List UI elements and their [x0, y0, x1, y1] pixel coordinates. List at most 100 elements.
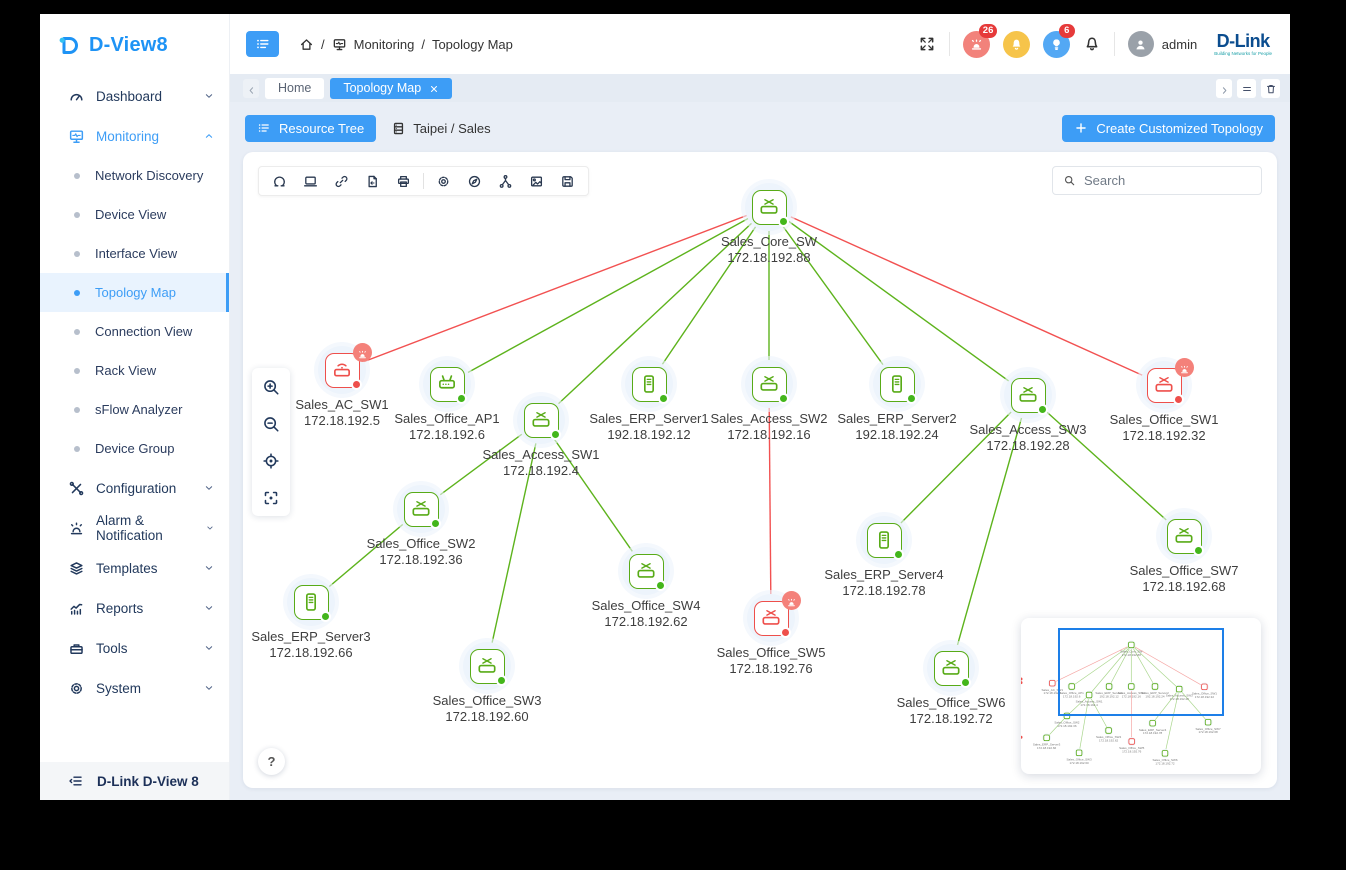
status-dot: [778, 393, 789, 404]
sidebar-item-configuration[interactable]: Configuration: [40, 468, 229, 508]
device-chip: [470, 649, 505, 684]
tab-list-button[interactable]: [1237, 79, 1256, 98]
search-input[interactable]: [1084, 173, 1260, 188]
topology-branch-button[interactable]: [490, 167, 521, 195]
chevron-down-icon: [203, 482, 215, 494]
sidebar-item-monitoring[interactable]: Monitoring: [40, 116, 229, 156]
create-topology-label: Create Customized Topology: [1096, 121, 1263, 136]
sidebar-item-templates[interactable]: Templates: [40, 548, 229, 588]
divider: [423, 173, 424, 189]
export-file-button[interactable]: [357, 167, 388, 195]
tips-button[interactable]: 6: [1043, 31, 1070, 58]
dlink-tagline: Building Networks for People: [1214, 52, 1272, 57]
close-icon[interactable]: [429, 83, 439, 93]
device-node-osw6[interactable]: [927, 644, 975, 692]
link-button[interactable]: [326, 167, 357, 195]
templates-icon: [68, 560, 85, 577]
compass-button[interactable]: [459, 167, 490, 195]
sidebar-item-network-discovery[interactable]: Network Discovery: [40, 156, 229, 195]
sidebar-item-device-view[interactable]: Device View: [40, 195, 229, 234]
breadcrumb-section[interactable]: Monitoring: [354, 37, 415, 52]
tab-home[interactable]: Home: [265, 78, 324, 99]
export-file-icon: [365, 174, 380, 189]
alarm-notifications-button[interactable]: 26: [963, 31, 990, 58]
locate-button[interactable]: [252, 442, 290, 479]
sidebar-item-dashboard[interactable]: Dashboard: [40, 76, 229, 116]
device-node-erp3[interactable]: [287, 578, 335, 626]
zoom-in-icon: [262, 378, 280, 396]
close-tabs-button[interactable]: [1261, 79, 1280, 98]
sidebar-item-connection-view[interactable]: Connection View: [40, 312, 229, 351]
device-node-ap1[interactable]: [423, 360, 471, 408]
sidebar-subitem-label: Device View: [95, 207, 166, 222]
sidebar-item-topology-map[interactable]: Topology Map: [40, 273, 229, 312]
dlink-logo-text: D-Link: [1214, 32, 1272, 50]
laptop-button[interactable]: [295, 167, 326, 195]
image-button[interactable]: [521, 167, 552, 195]
sidebar-item-system[interactable]: System: [40, 668, 229, 708]
device-node-osw1[interactable]: [1140, 361, 1188, 409]
home-icon[interactable]: [299, 37, 314, 52]
menu-lines-icon: [1241, 82, 1253, 94]
device-node-erp2[interactable]: [873, 360, 921, 408]
help-button[interactable]: ?: [258, 748, 285, 775]
breadcrumb-page: Topology Map: [432, 37, 513, 52]
sidebar-item-interface-view[interactable]: Interface View: [40, 234, 229, 273]
device-node-erp1[interactable]: [625, 360, 673, 408]
device-node-osw4[interactable]: [622, 547, 670, 595]
sidebar-item-alarm-notification[interactable]: Alarm & Notification: [40, 508, 229, 548]
status-dot: [655, 580, 666, 591]
sidebar-item-sflow-analyzer[interactable]: sFlow Analyzer: [40, 390, 229, 429]
sidebar-item-reports[interactable]: Reports: [40, 588, 229, 628]
menu-toggle-button[interactable]: [246, 31, 279, 57]
printer-button[interactable]: [388, 167, 419, 195]
switch-device-icon: [940, 657, 962, 679]
resource-tree-button[interactable]: Resource Tree: [245, 115, 376, 142]
switch-device-icon: [476, 655, 498, 677]
switch-device-icon: [410, 498, 432, 520]
device-node-asw3[interactable]: [1004, 371, 1052, 419]
svg-text:172.18.192.4: 172.18.192.4: [1080, 703, 1098, 707]
device-node-core[interactable]: [745, 183, 793, 231]
status-dot: [1193, 545, 1204, 556]
device-node-erp4[interactable]: [860, 516, 908, 564]
minimap[interactable]: Sales_Core_SW 172.18.192.88 Sales_AC_SW1…: [1021, 618, 1261, 774]
dview-logo-icon: [56, 32, 82, 58]
relayout-button[interactable]: [264, 167, 295, 195]
tab-scroll-right-button[interactable]: [1216, 79, 1232, 98]
zoom-in-button[interactable]: [252, 368, 290, 405]
sidebar-subitem-label: sFlow Analyzer: [95, 402, 182, 417]
device-node-ac1[interactable]: [318, 346, 366, 394]
app-logo: D-View8: [40, 14, 229, 76]
tab-scroll-left-button[interactable]: [243, 79, 259, 98]
svg-text:172.18.192.32: 172.18.192.32: [1195, 695, 1215, 699]
bullet-icon: [74, 173, 80, 179]
device-chip: [880, 367, 915, 402]
device-node-osw5[interactable]: [747, 594, 795, 642]
sidebar-item-device-group[interactable]: Device Group: [40, 429, 229, 468]
fullscreen-icon[interactable]: [918, 35, 936, 53]
settings-button[interactable]: [428, 167, 459, 195]
topology-canvas[interactable]: Sales_Core_SW 172.18.192.88 Sales_AC_SW1…: [243, 152, 1277, 788]
warning-notifications-button[interactable]: [1003, 31, 1030, 58]
device-node-osw2[interactable]: [397, 485, 445, 533]
device-node-osw7[interactable]: [1160, 512, 1208, 560]
user-menu[interactable]: admin: [1128, 31, 1197, 57]
device-node-asw1[interactable]: [517, 396, 565, 444]
device-node-osw3[interactable]: [463, 642, 511, 690]
sidebar-item-tools[interactable]: Tools: [40, 628, 229, 668]
fit-screen-button[interactable]: [252, 479, 290, 516]
save-button[interactable]: [552, 167, 583, 195]
svg-text:172.18.192.88: 172.18.192.88: [1122, 653, 1142, 657]
create-customized-topology-button[interactable]: Create Customized Topology: [1062, 115, 1275, 142]
sidebar-item-rack-view[interactable]: Rack View: [40, 351, 229, 390]
tabs: Home Topology Map: [265, 78, 452, 99]
device-node-asw2[interactable]: [745, 360, 793, 408]
site-rack-icon: [391, 121, 406, 136]
tab-topology-map[interactable]: Topology Map: [330, 78, 452, 99]
bell-outline-icon[interactable]: [1083, 35, 1101, 53]
zoom-out-button[interactable]: [252, 405, 290, 442]
switch-device-icon: [758, 373, 780, 395]
sidebar-footer-toggle[interactable]: D-Link D-View 8: [40, 762, 229, 800]
tab-label: Home: [278, 81, 311, 95]
